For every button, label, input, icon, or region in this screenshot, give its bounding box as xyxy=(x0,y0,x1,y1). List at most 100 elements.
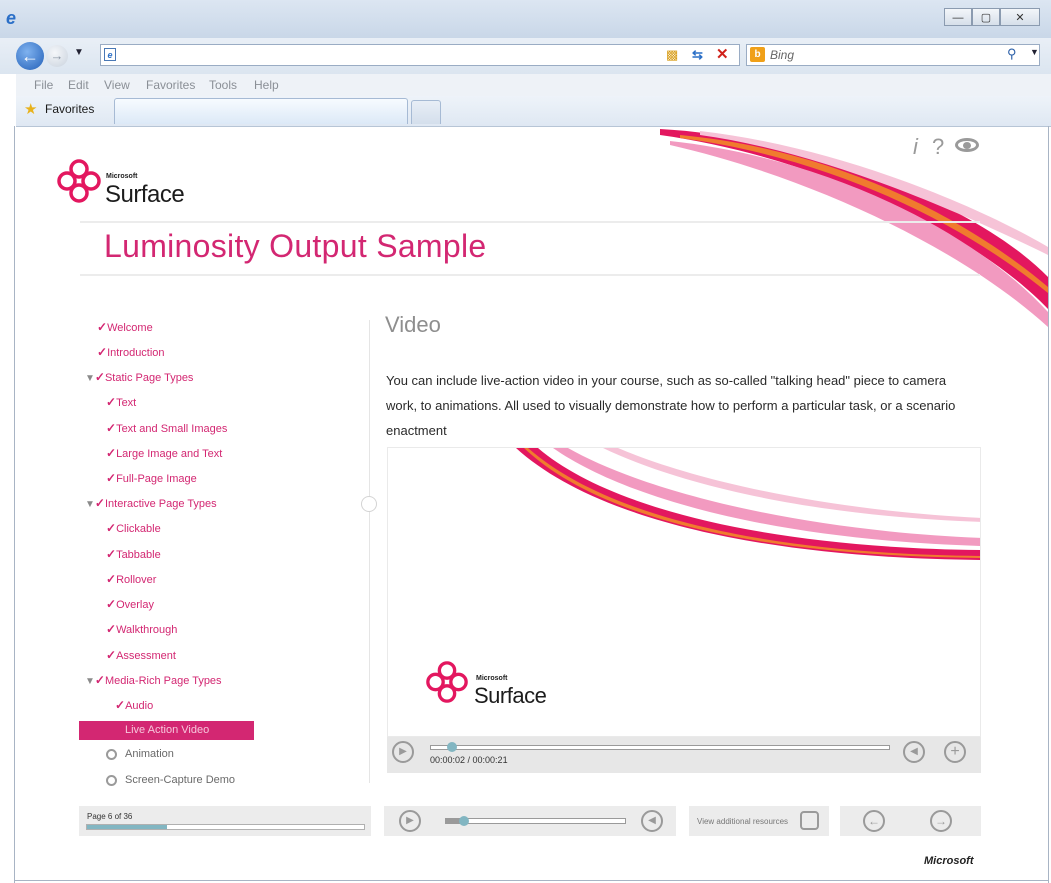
tab-current[interactable] xyxy=(114,98,408,124)
expand-triangle-icon[interactable]: ▼ xyxy=(85,499,95,510)
check-icon: ✓ xyxy=(106,421,117,435)
address-bar[interactable] xyxy=(100,44,740,66)
audio-volume-icon[interactable]: ◀ xyxy=(641,810,663,832)
info-icon[interactable]: i xyxy=(913,134,918,160)
search-options-dropdown-icon[interactable]: ▼ xyxy=(1030,47,1039,57)
course-title: Luminosity Output Sample xyxy=(104,228,487,264)
bing-icon: b xyxy=(750,47,765,62)
check-icon: ✓ xyxy=(97,320,108,334)
toc-item-tabbable[interactable]: ✓Tabbable xyxy=(106,547,161,561)
check-icon: ✓ xyxy=(106,622,117,636)
menu-favorites[interactable]: Favorites xyxy=(146,78,195,92)
video-time: 00:00:02 / 00:00:21 xyxy=(430,755,508,765)
check-icon: ✓ xyxy=(94,673,105,687)
lock-icon[interactable]: ▩ xyxy=(666,47,680,63)
audio-seek-bar[interactable] xyxy=(445,818,626,824)
check-icon: ✓ xyxy=(106,572,117,586)
expand-triangle-icon[interactable]: ▼ xyxy=(85,676,95,687)
resources-folder-icon[interactable] xyxy=(800,811,819,830)
toc-item-text[interactable]: ✓Text xyxy=(106,395,136,409)
toc-item-text-and-small-images[interactable]: ✓Text and Small Images xyxy=(106,421,227,435)
toc-item-assessment[interactable]: ✓Assessment xyxy=(106,648,176,662)
toc-item-rollover[interactable]: ✓Rollover xyxy=(106,572,156,586)
recent-pages-dropdown-icon[interactable]: ▼ xyxy=(74,47,84,58)
toc-item-overlay[interactable]: ✓Overlay xyxy=(106,597,154,611)
back-arrow-icon[interactable]: ← xyxy=(16,42,44,70)
toc-item-screen-capture-demo[interactable]: Screen-Capture Demo xyxy=(106,774,235,786)
ie-logo-icon: e xyxy=(6,8,17,28)
check-icon: ✓ xyxy=(106,395,117,409)
logo-surface-text: Surface xyxy=(105,181,185,208)
next-page-button[interactable]: → xyxy=(930,810,952,832)
check-icon: ✓ xyxy=(115,698,126,712)
search-icon[interactable]: ⚲ xyxy=(1007,46,1017,62)
check-icon: ✓ xyxy=(94,370,105,384)
video-surface-logo-icon xyxy=(426,661,468,703)
check-icon: ✓ xyxy=(97,345,108,359)
toc-item-animation[interactable]: Animation xyxy=(106,748,174,760)
video-seek-handle[interactable] xyxy=(447,742,457,752)
toc-item-audio[interactable]: ✓Audio xyxy=(115,698,153,712)
menu-help[interactable]: Help xyxy=(254,78,279,92)
eye-pupil xyxy=(963,142,971,149)
toc-item-interactive-page-types[interactable]: ▼✓Interactive Page Types xyxy=(85,496,217,510)
toc-item-walkthrough[interactable]: ✓Walkthrough xyxy=(106,622,177,636)
toc-item-clickable[interactable]: ✓Clickable xyxy=(106,521,161,535)
check-icon: ✓ xyxy=(106,547,117,561)
video-play-button[interactable]: ▶ xyxy=(392,741,414,763)
maximize-button[interactable]: ▢ xyxy=(972,8,1000,26)
divider xyxy=(80,274,980,276)
check-icon: ✓ xyxy=(106,648,117,662)
surface-logo-icon xyxy=(57,159,101,203)
window-frame xyxy=(14,126,15,883)
page-navigation-panel xyxy=(840,806,981,836)
divider xyxy=(80,221,980,223)
audio-play-button[interactable]: ▶ xyxy=(399,810,421,832)
check-icon: ✓ xyxy=(106,471,117,485)
stop-icon[interactable]: ✕ xyxy=(716,45,732,63)
search-placeholder: Bing xyxy=(770,48,795,62)
video-logo-microsoft-text: Microsoft xyxy=(476,675,508,682)
video-fullscreen-plus-icon[interactable]: + xyxy=(944,741,966,763)
menu-edit[interactable]: Edit xyxy=(68,78,89,92)
menu-file[interactable]: File xyxy=(34,78,53,92)
page-favicon-icon: e xyxy=(104,48,116,61)
resources-label[interactable]: View additional resources xyxy=(697,817,788,826)
check-icon: ✓ xyxy=(94,496,105,510)
expand-triangle-icon[interactable]: ▼ xyxy=(85,373,95,384)
new-tab-button[interactable] xyxy=(411,100,441,124)
audio-seek-handle[interactable] xyxy=(459,816,469,826)
previous-page-button[interactable]: ← xyxy=(863,810,885,832)
check-icon: ✓ xyxy=(106,521,117,535)
menu-tools[interactable]: Tools xyxy=(209,78,237,92)
splitter-handle[interactable] xyxy=(361,496,377,512)
logo-microsoft-text: Microsoft xyxy=(106,173,138,180)
favorites-button[interactable]: Favorites xyxy=(45,102,94,116)
toc-item-introduction[interactable]: ✓Introduction xyxy=(97,345,165,359)
browser-title-bar xyxy=(0,0,1051,39)
window-frame xyxy=(14,880,1049,881)
toc-item-live-action-video[interactable]: Live Action Video xyxy=(79,721,254,740)
toc-item-full-page-image[interactable]: ✓Full-Page Image xyxy=(106,471,197,485)
forward-arrow-icon[interactable]: → xyxy=(46,45,68,67)
progress-panel xyxy=(79,806,371,836)
toc-item-media-rich-page-types[interactable]: ▼✓Media-Rich Page Types xyxy=(85,673,222,687)
locked-icon xyxy=(106,748,117,760)
video-seek-bar[interactable] xyxy=(430,745,890,750)
help-icon[interactable]: ? xyxy=(932,134,944,160)
page-body-text: You can include live-action video in you… xyxy=(386,373,956,438)
toc-item-static-page-types[interactable]: ▼✓Static Page Types xyxy=(85,370,193,384)
menu-view[interactable]: View xyxy=(104,78,130,92)
video-volume-icon[interactable]: ◀ xyxy=(903,741,925,763)
video-logo-surface-text: Surface xyxy=(474,683,547,708)
page-heading: Video xyxy=(385,312,441,337)
refresh-icon[interactable]: ⇆ xyxy=(692,47,708,63)
check-icon: ✓ xyxy=(106,597,117,611)
toc-item-large-image-and-text[interactable]: ✓Large Image and Text xyxy=(106,446,222,460)
minimize-button[interactable]: — xyxy=(944,8,972,26)
close-window-button[interactable]: ✕ xyxy=(1000,8,1040,26)
favorites-star-icon[interactable]: ★ xyxy=(24,100,37,118)
toc-item-welcome[interactable]: ✓Welcome xyxy=(97,320,153,334)
check-icon: ✓ xyxy=(106,446,117,460)
course-progress-fill xyxy=(87,825,167,829)
